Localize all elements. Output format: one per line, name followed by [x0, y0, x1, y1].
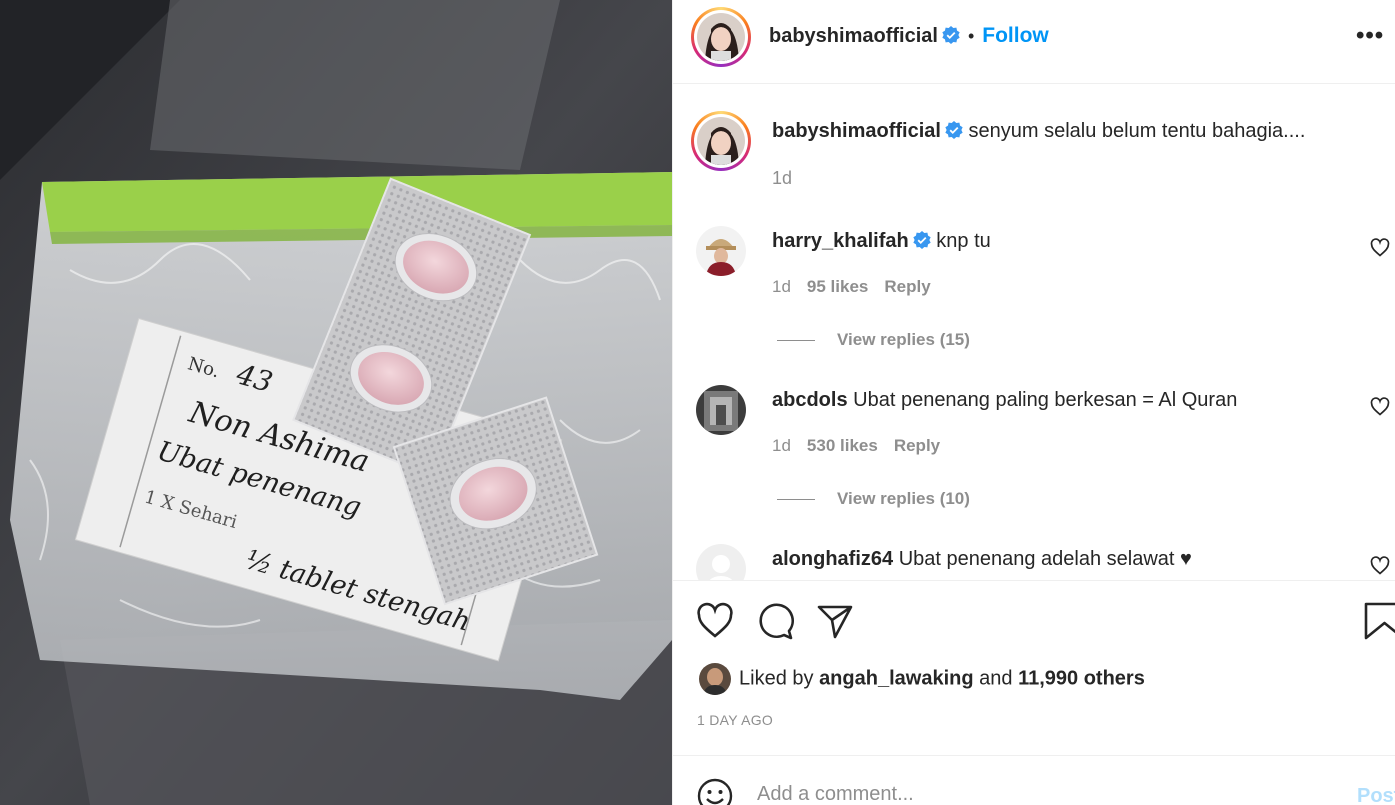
- view-replies-button[interactable]: View replies (15): [777, 330, 970, 350]
- comment-like-heart-icon[interactable]: [1370, 556, 1390, 576]
- comment-item: alonghafiz64 Ubat penenang adelah selawa…: [673, 542, 1395, 580]
- verified-badge-icon: [945, 121, 963, 139]
- post-comment-button[interactable]: Post: [1357, 785, 1395, 805]
- liker-avatar[interactable]: [699, 663, 731, 695]
- liked-by-user[interactable]: angah_lawaking: [819, 667, 974, 689]
- post-image: No. 43 Non Ashima Ubat penenang 1 X Seha…: [0, 0, 672, 805]
- comment-username[interactable]: alonghafiz64: [772, 548, 893, 570]
- comment-item: abcdols Ubat penenang paling berkesan = …: [673, 383, 1395, 508]
- comment-meta: 1d 530 likes Reply: [772, 436, 956, 456]
- follow-button[interactable]: Follow: [982, 24, 1049, 47]
- comment-input[interactable]: [757, 783, 1317, 805]
- caption-time[interactable]: 1d: [772, 168, 792, 189]
- comment-time[interactable]: 1d: [772, 277, 791, 296]
- view-replies-label: View replies (15): [837, 330, 970, 349]
- view-replies-button[interactable]: View replies (10): [777, 489, 970, 509]
- comment-username[interactable]: abcdols: [772, 389, 848, 411]
- post-photo[interactable]: No. 43 Non Ashima Ubat penenang 1 X Seha…: [0, 0, 672, 805]
- liked-by-others[interactable]: 11,990 others: [1018, 667, 1145, 689]
- liked-by: Liked by angah_lawaking and 11,990 other…: [699, 663, 1145, 695]
- comment-like-heart-icon[interactable]: [1370, 397, 1390, 417]
- emoji-icon[interactable]: [697, 778, 733, 805]
- comment-item: harry_khalifah knp tu 1d 95 likes Reply Vi…: [673, 224, 1395, 349]
- caption-avatar-image: [697, 117, 745, 165]
- author-username[interactable]: babyshimaofficial: [769, 25, 938, 47]
- reply-button[interactable]: Reply: [894, 436, 940, 455]
- commenter-avatar[interactable]: [696, 226, 746, 276]
- comment-line: abcdols Ubat penenang paling berkesan = …: [772, 389, 1237, 412]
- view-replies-label: View replies (10): [837, 489, 970, 508]
- comment-username[interactable]: harry_khalifah: [772, 230, 909, 252]
- comment-text: Ubat penenang paling berkesan = Al Quran: [853, 389, 1238, 411]
- commenter-avatar-image: [696, 385, 746, 435]
- comment-text: Ubat penenang adelah selawat ♥: [898, 548, 1192, 570]
- comment-meta: 1d 95 likes Reply: [772, 277, 947, 297]
- author-avatar[interactable]: [691, 7, 751, 67]
- caption-username[interactable]: babyshimaofficial: [772, 120, 941, 142]
- comments-list[interactable]: babyshimaofficial senyum selalu belum te…: [673, 84, 1395, 580]
- more-options-icon[interactable]: •••: [1356, 22, 1395, 50]
- post-side-panel: babyshimaofficial • Follow ••• babyshimaof…: [672, 0, 1395, 805]
- comment-like-heart-icon[interactable]: [1370, 238, 1390, 258]
- default-avatar-icon: [696, 544, 746, 580]
- liked-by-and: and: [979, 667, 1013, 690]
- caption-author-avatar[interactable]: [691, 111, 751, 171]
- comment-line: alonghafiz64 Ubat penenang adelah selawa…: [772, 548, 1192, 571]
- author-line: babyshimaofficial • Follow: [769, 24, 1049, 48]
- comment-text: knp tu: [936, 230, 991, 252]
- commenter-avatar-image: [696, 226, 746, 276]
- post-actions: Liked by angah_lawaking and 11,990 other…: [673, 580, 1395, 755]
- add-comment-bar: Post: [673, 755, 1395, 805]
- commenter-avatar[interactable]: [696, 385, 746, 435]
- author-avatar-image: [697, 13, 745, 61]
- caption-line: babyshimaofficial senyum selalu belum te…: [772, 120, 1305, 143]
- reply-button[interactable]: Reply: [884, 277, 930, 296]
- separator-dot: •: [967, 26, 975, 46]
- share-icon[interactable]: [815, 601, 855, 641]
- comment-likes[interactable]: 530 likes: [807, 436, 878, 455]
- bookmark-icon[interactable]: [1363, 601, 1395, 641]
- replies-divider: [777, 499, 815, 501]
- verified-badge-icon: [913, 231, 931, 249]
- comment-likes[interactable]: 95 likes: [807, 277, 868, 296]
- commenter-avatar[interactable]: [696, 544, 746, 580]
- post-header: babyshimaofficial • Follow •••: [673, 0, 1395, 84]
- comment-time[interactable]: 1d: [772, 436, 791, 455]
- heart-icon[interactable]: [695, 601, 735, 641]
- post-timestamp[interactable]: 1 DAY AGO: [697, 712, 773, 728]
- comment-line: harry_khalifah knp tu: [772, 230, 991, 253]
- caption-text: senyum selalu belum tentu bahagia....: [968, 120, 1306, 142]
- replies-divider: [777, 340, 815, 342]
- verified-badge-icon: [942, 26, 960, 44]
- liker-avatar-image: [699, 663, 731, 695]
- liked-by-prefix: Liked by: [739, 667, 814, 690]
- comment-icon[interactable]: [755, 601, 795, 641]
